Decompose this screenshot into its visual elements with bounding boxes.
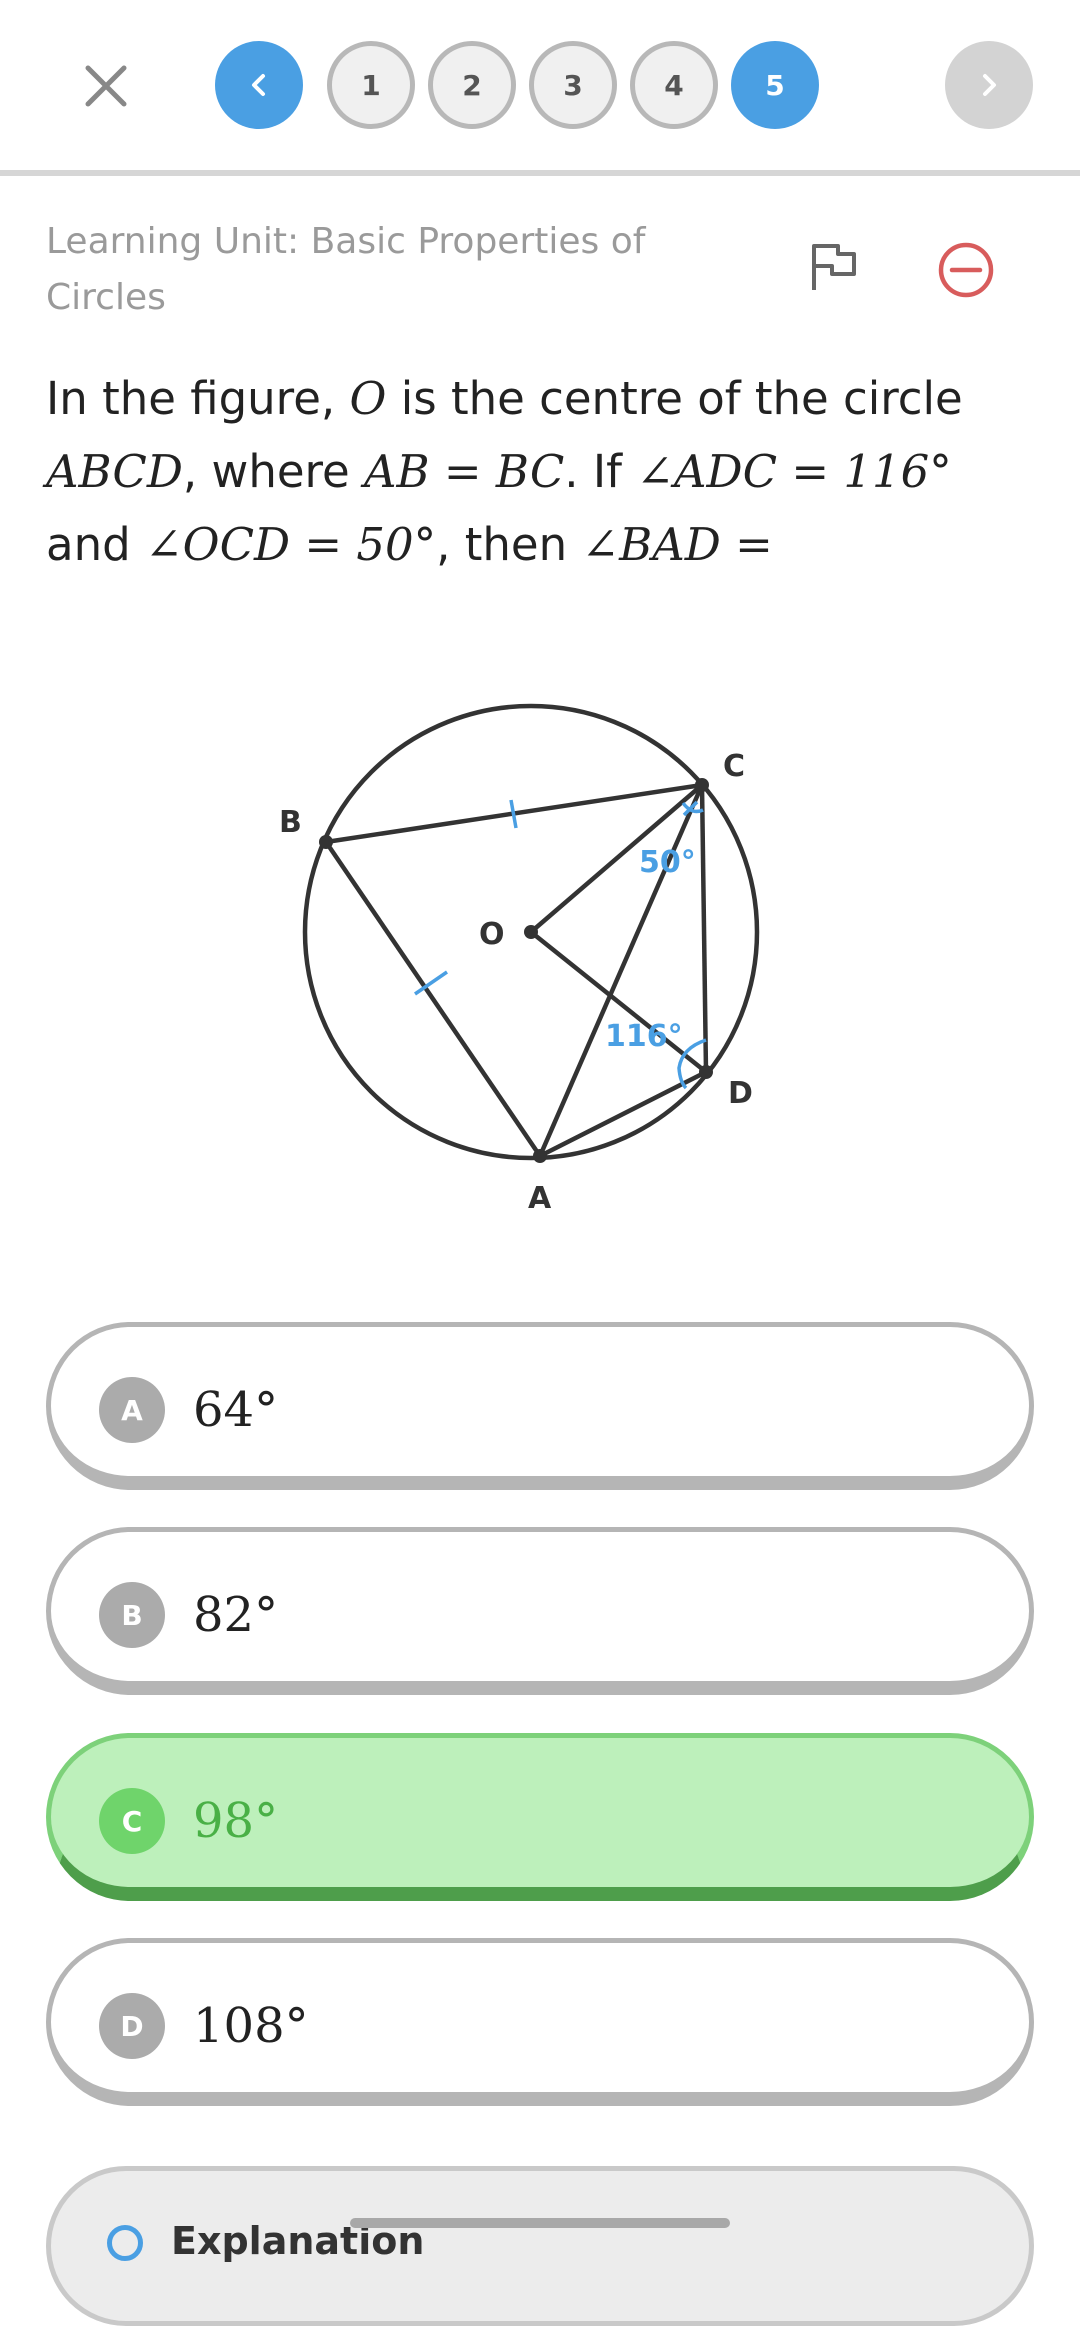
option-d-value: 108° — [193, 1998, 309, 2054]
option-b-value: 82° — [193, 1587, 279, 1643]
segment-ab — [324, 840, 542, 1158]
label-o: O — [479, 917, 505, 952]
segment-ad — [538, 1069, 708, 1159]
search-icon — [107, 2225, 143, 2261]
header-divider — [0, 170, 1080, 176]
chevron-right-icon — [983, 74, 996, 96]
top-navigation-bar: 1 2 3 4 5 — [0, 0, 1080, 170]
home-indicator[interactable] — [350, 2218, 730, 2228]
question-4-button[interactable]: 4 — [630, 41, 718, 129]
angle-label-ocd: 50° — [639, 845, 696, 880]
flag-button[interactable] — [804, 238, 864, 298]
question-1-button[interactable]: 1 — [327, 41, 415, 129]
option-b-button[interactable]: B 82° — [46, 1527, 1034, 1695]
remove-button[interactable] — [936, 240, 996, 300]
segment-cd — [699, 784, 709, 1073]
minus-circle-icon — [938, 242, 994, 298]
circle-diagram: B C O D A 50° 116° — [279, 703, 760, 1216]
segment-ac — [537, 784, 705, 1157]
option-a-badge: A — [99, 1377, 165, 1443]
close-button[interactable] — [76, 56, 136, 116]
previous-question-button[interactable] — [215, 41, 303, 129]
geometry-figure: B C O D A 50° 116° — [0, 650, 1080, 1250]
option-c-button[interactable]: C 98° — [46, 1733, 1034, 1901]
point-c — [695, 778, 709, 792]
option-c-badge: C — [99, 1788, 165, 1854]
next-question-button[interactable] — [945, 41, 1033, 129]
close-icon — [85, 65, 127, 107]
label-a: A — [528, 1181, 552, 1216]
label-b: B — [279, 805, 302, 840]
angle-label-adc: 116° — [605, 1019, 683, 1054]
question-5-button[interactable]: 5 — [731, 41, 819, 129]
option-c-value: 98° — [193, 1793, 279, 1849]
option-d-badge: D — [99, 1993, 165, 2059]
explanation-button[interactable]: Explanation — [46, 2166, 1034, 2326]
option-a-button[interactable]: A 64° — [46, 1322, 1034, 1490]
point-a — [533, 1149, 547, 1163]
flag-icon — [812, 244, 856, 290]
tick-mark-bc — [509, 799, 518, 829]
learning-unit-title: Learning Unit: Basic Properties of Circl… — [46, 221, 646, 318]
option-a-value: 64° — [193, 1382, 279, 1438]
question-3-button[interactable]: 3 — [529, 41, 617, 129]
option-d-button[interactable]: D 108° — [46, 1938, 1034, 2106]
question-text: In the figure, O is the centre of the ci… — [46, 372, 963, 571]
label-d: D — [728, 1076, 753, 1111]
chevron-left-icon — [252, 74, 265, 96]
option-b-badge: B — [99, 1582, 165, 1648]
question-2-button[interactable]: 2 — [428, 41, 516, 129]
point-b — [319, 835, 333, 849]
point-d — [699, 1065, 713, 1079]
label-c: C — [723, 749, 745, 784]
point-o — [524, 925, 538, 939]
